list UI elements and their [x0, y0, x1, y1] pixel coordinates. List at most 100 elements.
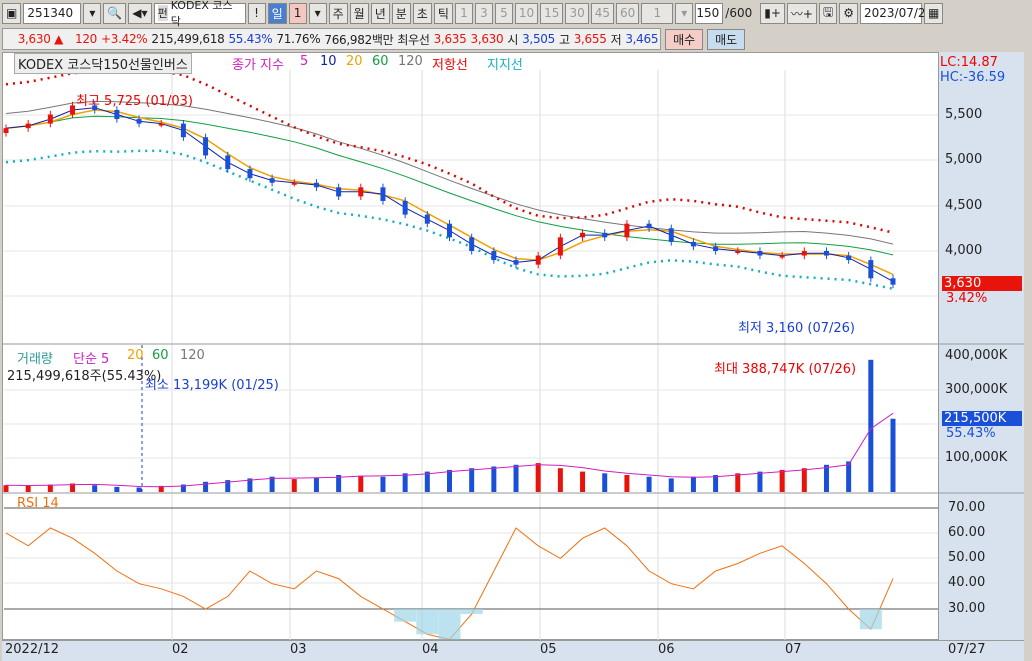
candle [424, 214, 430, 224]
candle [668, 228, 674, 242]
legend-ma120[interactable]: 120 [398, 54, 423, 69]
volume-bar [25, 485, 31, 492]
xtick: 03 [290, 642, 307, 657]
xtick: 04 [422, 642, 439, 657]
min-price-label: 최저 3,160 (07/26) [738, 321, 856, 336]
rsi-oversold-fill [460, 609, 483, 615]
volume-bar [735, 473, 741, 492]
volume-bar [491, 466, 497, 492]
volume-bar [291, 479, 297, 492]
xtick: 2022/12 [5, 642, 60, 657]
volume-bar [380, 476, 386, 492]
volume-bar [469, 468, 475, 492]
candle [602, 232, 608, 238]
candle [646, 223, 652, 229]
candle [557, 237, 563, 256]
candle [469, 237, 475, 251]
total-volume: 215,499,618주(55.43%) [7, 369, 162, 384]
rsi-ytick: 40.00 [948, 575, 986, 590]
vol-legend-ma20[interactable]: 20 [127, 348, 144, 363]
candle [890, 278, 896, 285]
candle [291, 182, 297, 185]
vol-legend-ma120[interactable]: 120 [180, 348, 205, 363]
volume-bar [690, 476, 696, 492]
candle [801, 251, 807, 256]
legend-close[interactable]: 종가 지수 [232, 54, 284, 73]
volume-bar [513, 464, 519, 492]
xtick: 06 [658, 642, 675, 657]
volume-bar [3, 485, 9, 492]
candle [358, 187, 364, 197]
candle [868, 260, 874, 279]
volume-bar [114, 486, 120, 492]
volume-bar [779, 469, 785, 492]
volume-bar [868, 359, 874, 492]
rsi-oversold-fill [394, 609, 417, 622]
candle [690, 241, 696, 247]
volume-bar [424, 471, 430, 492]
xtick: 02 [172, 642, 189, 657]
legend-ma5[interactable]: 5 [300, 54, 308, 69]
volume-bar [823, 464, 829, 492]
volume-bar [203, 481, 209, 492]
min-volume-label: 최소 13,199K (01/25) [145, 378, 279, 393]
volume-bar [846, 461, 852, 492]
candle [313, 182, 319, 188]
candle [624, 223, 630, 238]
volume-bar [557, 468, 563, 492]
ytick: 5,000 [945, 152, 983, 167]
stock-title: KODEX 코스닥150선물인버스 [14, 53, 192, 74]
volume-bar [757, 471, 763, 492]
xtick-last: 07/27 [948, 642, 986, 657]
candle [136, 119, 142, 124]
candle [180, 123, 186, 138]
ytick: 4,500 [945, 198, 983, 213]
volume-bar [447, 469, 452, 492]
rsi-oversold-fill [438, 609, 461, 640]
rsi-oversold-fill [859, 609, 882, 630]
candle [114, 109, 120, 120]
rsi-ytick: 70.00 [948, 500, 986, 515]
last-price-pct: 3.42% [946, 291, 988, 306]
candle [713, 246, 719, 251]
max-price-label: 최고 5,725 (01/03) [76, 94, 194, 109]
volume-bar [358, 475, 364, 492]
candle [3, 128, 9, 134]
rsi-ytick: 30.00 [948, 601, 986, 616]
candle [491, 251, 497, 261]
rsi-legend[interactable]: RSI 14 [17, 496, 59, 511]
legend-ma60[interactable]: 60 [372, 54, 389, 69]
candle [513, 260, 519, 265]
candle [757, 251, 763, 256]
last-volume-tag: 215,500K [942, 411, 1022, 426]
legend-resistance[interactable]: 저항선 [432, 54, 468, 73]
volume-bar [92, 485, 98, 492]
volume-bar [402, 473, 408, 492]
volume-bar [801, 468, 807, 492]
candle [580, 232, 586, 238]
candle [380, 187, 386, 201]
candle [402, 200, 408, 215]
legend-ma10[interactable]: 10 [320, 54, 337, 69]
legend-support[interactable]: 지지선 [487, 54, 523, 73]
xtick: 07 [785, 642, 802, 657]
ytick: 5,500 [945, 107, 983, 122]
volume-bar [624, 475, 630, 492]
legend-ma20[interactable]: 20 [346, 54, 363, 69]
max-volume-label: 최대 388,747K (07/26) [714, 362, 857, 377]
volume-bar [602, 473, 608, 492]
volume-bar [313, 477, 319, 492]
candle [846, 255, 852, 261]
candle [247, 169, 253, 179]
candle [203, 137, 209, 156]
vol-ytick: 300,000K [945, 382, 1008, 397]
rsi-ytick: 50.00 [948, 550, 986, 565]
volume-bar [890, 418, 896, 492]
candle [269, 178, 275, 183]
vol-ytick: 100,000K [945, 450, 1008, 465]
volume-bar [136, 487, 142, 492]
candle [70, 105, 76, 115]
last-volume-pct: 55.43% [946, 426, 996, 441]
volume-bar [713, 475, 719, 492]
vol-legend-ma60[interactable]: 60 [152, 348, 169, 363]
